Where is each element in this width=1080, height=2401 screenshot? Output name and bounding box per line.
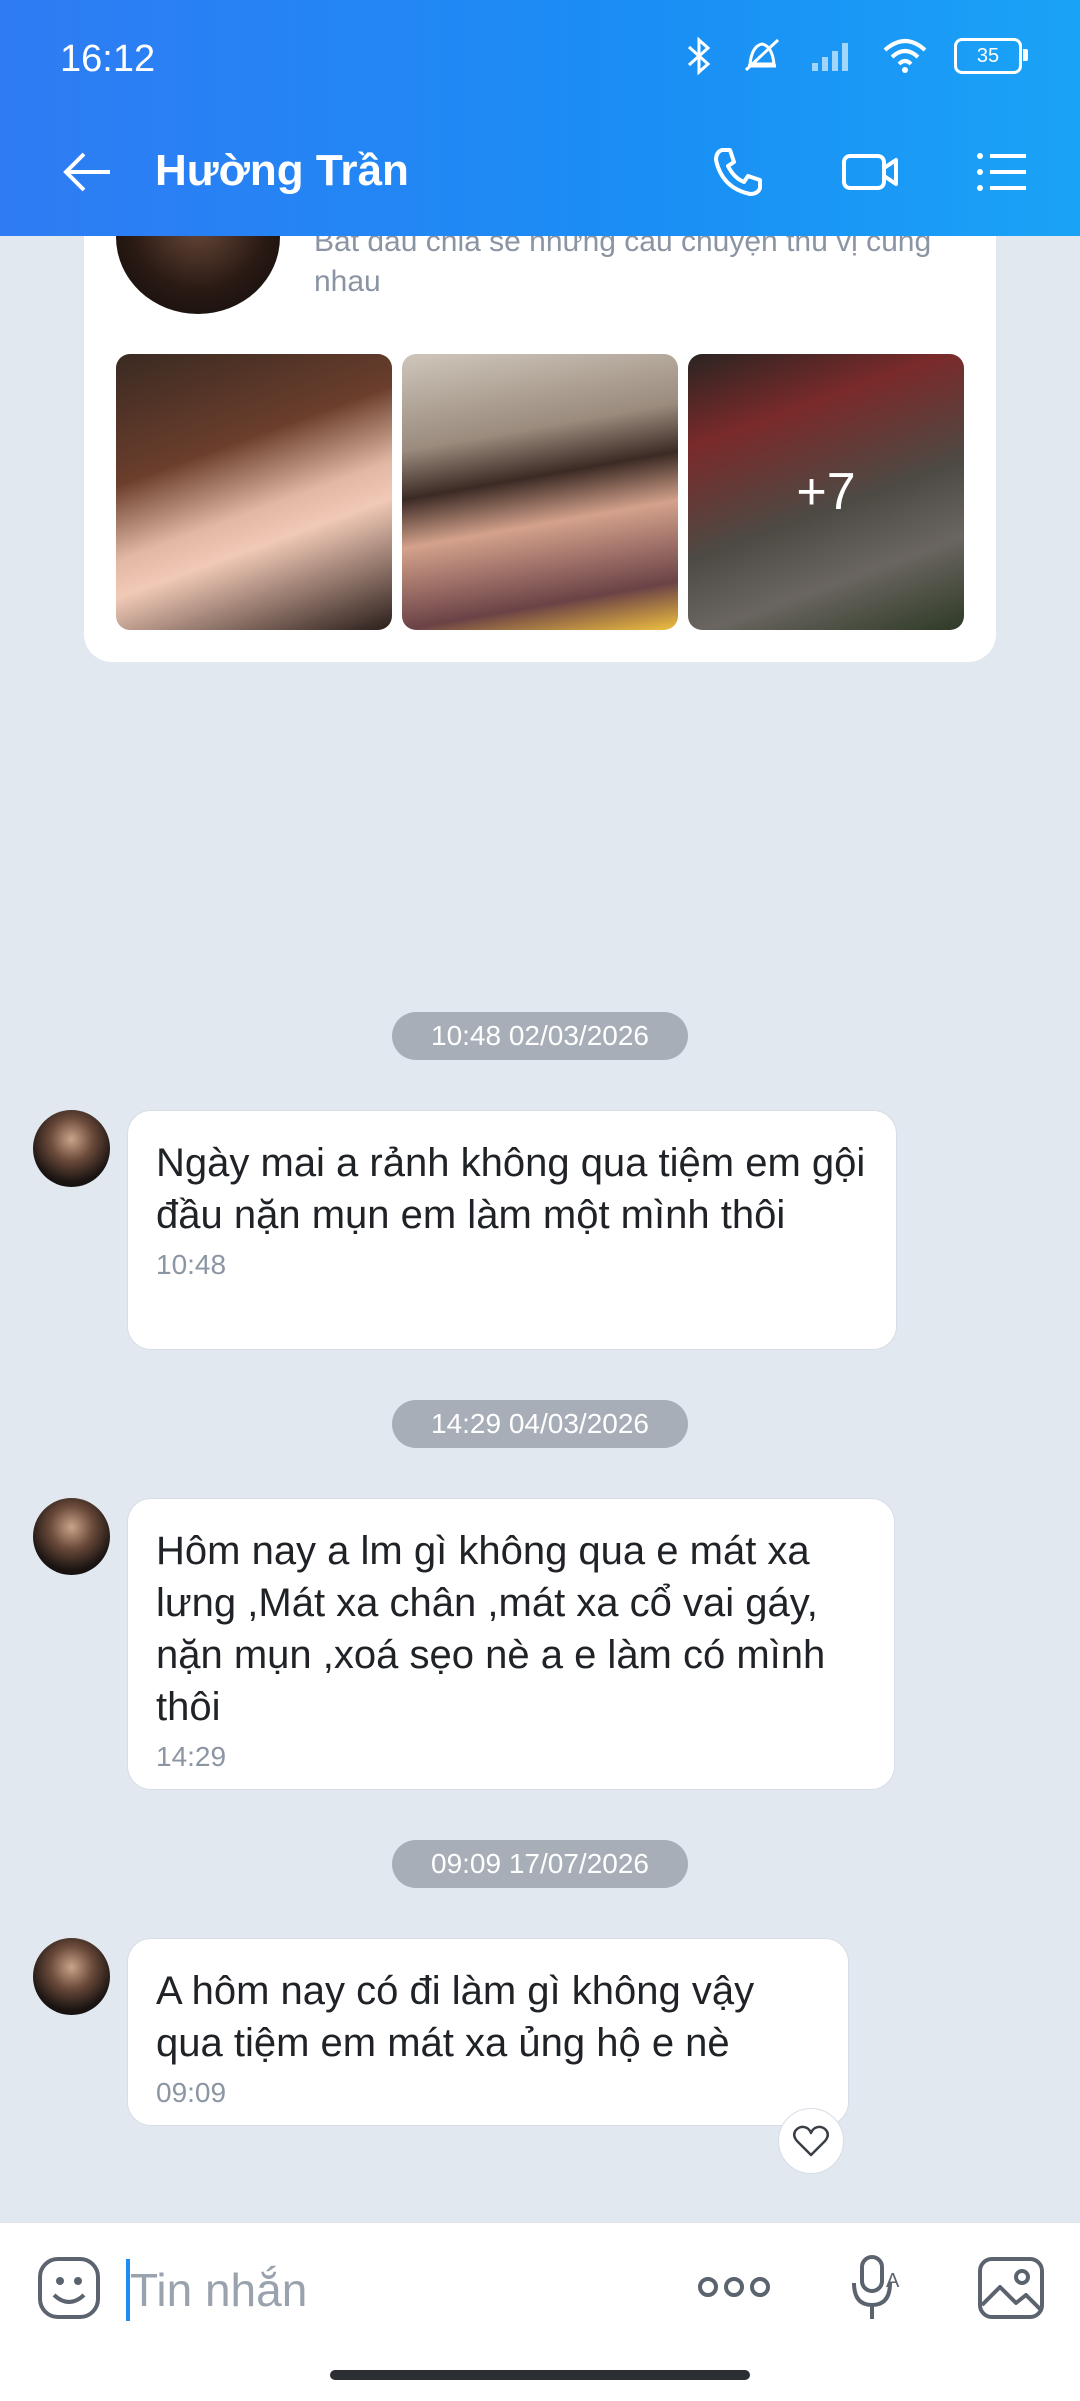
message-text: A hôm nay có đi làm gì không vậy qua tiệ… xyxy=(156,1969,755,2065)
message-time: 09:09 xyxy=(156,2077,227,2108)
back-arrow-icon[interactable] xyxy=(60,144,116,200)
status-icons: 35 xyxy=(684,36,1028,76)
date-separator: 09:09 17/07/2026 xyxy=(392,1840,688,1888)
profile-photo-1[interactable] xyxy=(116,354,392,630)
react-heart-button[interactable] xyxy=(778,2108,844,2174)
message-bubble[interactable]: Hôm nay a lm gì không qua e mát xa lưng … xyxy=(127,1498,895,1790)
more-photos-count: +7 xyxy=(796,463,856,521)
sticker-emoji-icon[interactable] xyxy=(36,2255,102,2321)
home-indicator[interactable] xyxy=(330,2370,750,2380)
video-call-icon[interactable] xyxy=(840,142,900,202)
voice-to-text-mic-icon[interactable]: A xyxy=(848,2253,904,2323)
status-time: 16:12 xyxy=(60,38,156,80)
message-time: 14:29 xyxy=(156,1741,227,1772)
message-text: Ngày mai a rảnh không qua tiệm em gội đầ… xyxy=(156,1141,866,1237)
profile-card: Bắt đầu chia sẻ những câu chuyện thú vị … xyxy=(84,200,996,662)
battery-indicator: 35 xyxy=(954,38,1028,74)
image-gallery-icon[interactable] xyxy=(976,2255,1046,2321)
message-time: 10:48 xyxy=(156,1249,227,1280)
heart-icon xyxy=(793,2125,829,2157)
title-bar: Hường Trần xyxy=(0,120,1080,236)
svg-text:A: A xyxy=(886,2270,900,2292)
status-bar: 16:12 35 xyxy=(0,0,1080,120)
message-text: Hôm nay a lm gì không qua e mát xa lưng … xyxy=(156,1529,826,1729)
message-input[interactable]: Tin nhắn xyxy=(130,2263,307,2317)
message-bubble[interactable]: A hôm nay có đi làm gì không vậy qua tiệ… xyxy=(127,1938,849,2126)
more-options-icon[interactable] xyxy=(696,2267,772,2307)
message-bubble[interactable]: Ngày mai a rảnh không qua tiệm em gội đầ… xyxy=(127,1110,897,1350)
phone-call-icon[interactable] xyxy=(708,142,768,202)
signal-icon xyxy=(812,43,848,71)
menu-list-icon[interactable] xyxy=(972,142,1032,202)
profile-photo-2[interactable] xyxy=(402,354,678,630)
sender-avatar[interactable] xyxy=(33,1498,110,1575)
profile-photo-3[interactable]: +7 xyxy=(688,354,964,630)
bluetooth-icon xyxy=(687,36,711,76)
date-separator: 10:48 02/03/2026 xyxy=(392,1012,688,1060)
app-header: 16:12 35 Hường Trần xyxy=(0,0,1080,236)
chat-title[interactable]: Hường Trần xyxy=(155,146,409,196)
date-separator: 14:29 04/03/2026 xyxy=(392,1400,688,1448)
sender-avatar[interactable] xyxy=(33,1938,110,2015)
sender-avatar[interactable] xyxy=(33,1110,110,1187)
mute-icon xyxy=(744,38,780,72)
wifi-icon xyxy=(883,39,927,73)
